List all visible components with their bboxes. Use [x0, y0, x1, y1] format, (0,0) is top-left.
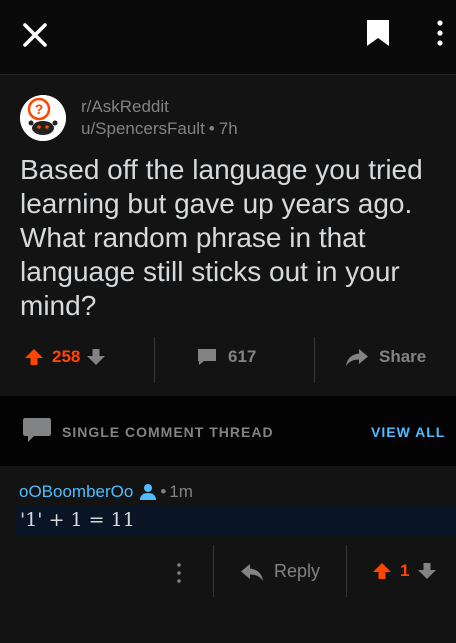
meta-separator: •	[208, 119, 215, 138]
post-title: Based off the language you tried learnin…	[20, 154, 423, 321]
subreddit-name[interactable]: r/AskReddit	[81, 97, 169, 117]
subreddit-avatar[interactable]: ?	[20, 95, 66, 141]
post-header: ? r/AskReddit u/SpencersFault • 7h	[20, 95, 440, 145]
comment-separator: •	[160, 482, 167, 501]
comment-actions: Reply 1	[0, 545, 456, 597]
share-button[interactable]: Share	[345, 347, 426, 369]
divider	[154, 337, 155, 383]
share-label: Share	[379, 347, 427, 366]
op-user-icon	[140, 484, 157, 500]
reply-button[interactable]: Reply	[240, 561, 320, 583]
divider	[346, 545, 347, 597]
share-arrow-icon	[346, 349, 368, 366]
comment-age: 1m	[169, 482, 193, 501]
more-vertical-icon[interactable]	[172, 561, 186, 585]
post-meta: u/SpencersFault • 7h	[81, 119, 238, 139]
post-author[interactable]: u/SpencersFault	[81, 119, 205, 138]
single-comment-thread-bar: SINGLE COMMENT THREAD VIEW ALL	[0, 396, 456, 466]
comment-vote: 1	[372, 561, 437, 583]
reply-arrow-icon	[241, 563, 263, 581]
comments-button[interactable]: 617	[196, 347, 256, 369]
bookmark-icon[interactable]	[365, 18, 391, 48]
top-bar	[0, 0, 456, 75]
thread-label: SINGLE COMMENT THREAD	[62, 424, 274, 440]
comment-score: 1	[400, 561, 410, 580]
divider	[314, 337, 315, 383]
close-icon[interactable]	[22, 22, 48, 48]
chat-icon	[23, 418, 51, 442]
view-all-link[interactable]: VIEW ALL	[371, 424, 445, 440]
comment-author[interactable]: oOBoomberOo	[19, 482, 133, 501]
upvote-arrow-icon[interactable]	[24, 347, 44, 367]
reply-label: Reply	[274, 561, 321, 581]
svg-text:?: ?	[35, 101, 44, 117]
post-age: 7h	[218, 119, 238, 138]
downvote-arrow-icon[interactable]	[86, 347, 106, 367]
comment-header: oOBoomberOo • 1m	[19, 482, 193, 504]
divider	[213, 545, 214, 597]
comment-count: 617	[228, 347, 257, 366]
post-vote: 258	[24, 347, 106, 369]
post-actions: 258 617 Share	[0, 333, 456, 383]
post-score: 258	[52, 347, 81, 366]
more-vertical-icon[interactable]	[430, 18, 450, 48]
comment-body: '1' + 1 = 11	[16, 505, 456, 535]
upvote-arrow-icon[interactable]	[372, 561, 392, 581]
comment-bubble-icon	[198, 349, 216, 365]
downvote-arrow-icon[interactable]	[417, 561, 437, 581]
